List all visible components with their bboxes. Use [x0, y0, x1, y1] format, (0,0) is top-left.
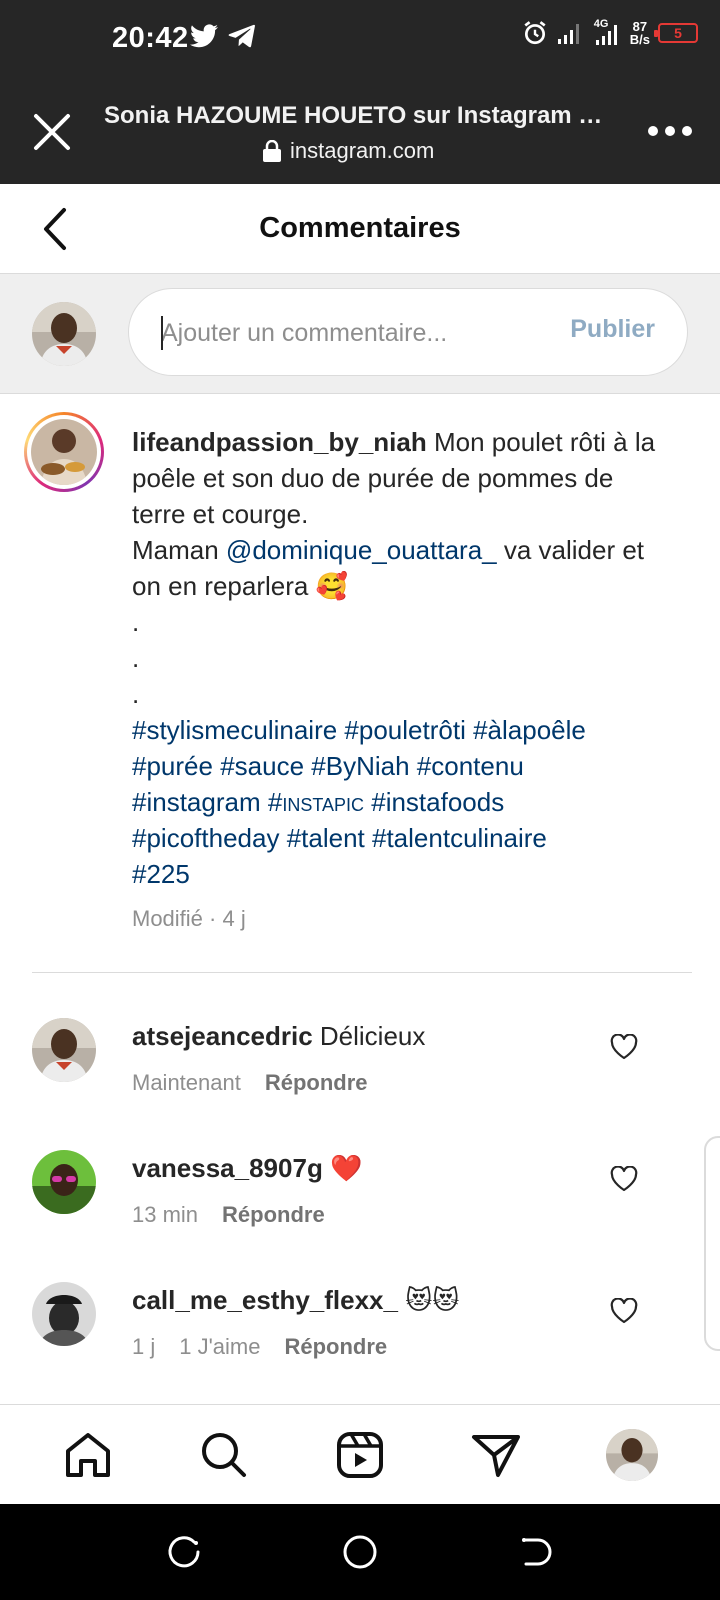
browser-page-title: Sonia HAZOUME HOUETO sur Instagram :...: [104, 102, 604, 129]
twitter-icon: [190, 24, 218, 48]
text-caret: [161, 316, 163, 350]
more-options-icon[interactable]: [648, 126, 692, 136]
comment-username[interactable]: vanessa_8907g: [132, 1153, 323, 1183]
caption-dot: .: [132, 643, 140, 673]
comment-time: 1 j: [132, 1334, 156, 1359]
comment-time: Maintenant: [132, 1070, 241, 1095]
comment-body: 😻😻: [397, 1285, 460, 1315]
like-heart-icon[interactable]: [610, 1034, 638, 1060]
hashtag-link[interactable]: #stylismeculinaire: [132, 715, 337, 745]
close-icon[interactable]: [32, 112, 72, 152]
comment-likes[interactable]: 1 J'aime: [179, 1334, 260, 1360]
caption-body-2a: Maman: [132, 535, 226, 565]
comment-meta: 13 min Répondre: [132, 1202, 325, 1228]
page-title: Commentaires: [259, 212, 461, 244]
alarm-icon: [524, 21, 546, 45]
hashtag-link[interactable]: #instafoods: [371, 787, 504, 817]
comment-body: ❤️: [322, 1153, 363, 1183]
direct-icon[interactable]: [470, 1429, 522, 1481]
bottom-tab-bar: [0, 1404, 720, 1504]
signal-icon: [557, 24, 579, 44]
comment-time: 13 min: [132, 1202, 199, 1227]
caption-username[interactable]: lifeandpassion_by_niah: [132, 427, 427, 457]
hashtag-link[interactable]: #instapic: [268, 787, 364, 817]
reels-icon[interactable]: [334, 1429, 386, 1481]
4g-signal-icon: 4G: [590, 18, 622, 46]
in-app-browser-bar: Sonia HAZOUME HOUETO sur Instagram :... …: [0, 82, 720, 184]
caption-author-avatar[interactable]: [31, 419, 97, 485]
hashtag-link[interactable]: #talent: [287, 823, 365, 853]
hashtag-link[interactable]: #pouletrôti: [344, 715, 465, 745]
comment-body: Délicieux: [312, 1021, 426, 1051]
post-caption: lifeandpassion_by_niah Mon poulet rôti à…: [0, 394, 720, 974]
like-heart-icon[interactable]: [610, 1166, 638, 1192]
comment-username[interactable]: call_me_esthy_flexx_: [132, 1285, 398, 1315]
hashtag-link[interactable]: #picoftheday: [132, 823, 279, 853]
browser-url: instagram.com: [262, 138, 434, 164]
comment-item: call_me_esthy_flexx_ 😻😻 1 j 1 J'aime Rép…: [0, 1282, 720, 1402]
comment-text: call_me_esthy_flexx_ 😻😻: [132, 1282, 459, 1318]
reply-button[interactable]: Répondre: [284, 1334, 387, 1360]
comments-header: Commentaires: [0, 184, 720, 274]
caption-meta: Modifié · 4 j: [132, 906, 246, 931]
home-icon[interactable]: [62, 1429, 114, 1481]
like-heart-icon[interactable]: [610, 1298, 638, 1324]
comment-username[interactable]: atsejeancedric: [132, 1021, 313, 1051]
hashtag-link[interactable]: #ByNiah: [311, 751, 409, 781]
status-bar: 20:42 4G 87 B/s 5: [0, 0, 720, 82]
profile-avatar[interactable]: [606, 1429, 658, 1481]
hashtag-link[interactable]: #225: [132, 859, 190, 889]
battery-indicator: 5: [654, 23, 698, 43]
hashtag-link[interactable]: #contenu: [417, 751, 524, 781]
story-ring[interactable]: [24, 412, 104, 492]
floating-panel-edge: [704, 1136, 720, 1351]
network-speed: 87 B/s: [629, 19, 650, 47]
hashtag-link[interactable]: #purée: [132, 751, 213, 781]
current-user-avatar: [32, 302, 96, 366]
divider: [32, 972, 692, 973]
telegram-icon: [228, 24, 256, 48]
publish-button[interactable]: Publier: [570, 315, 655, 344]
commenter-avatar[interactable]: [32, 1150, 96, 1214]
comment-input-container[interactable]: Publier: [128, 288, 688, 376]
status-time: 20:42: [112, 22, 189, 54]
mention-link[interactable]: @dominique_ouattara_: [226, 535, 497, 565]
commenter-avatar[interactable]: [32, 1018, 96, 1082]
hashtag-link[interactable]: #sauce: [220, 751, 304, 781]
comment-composer: Publier: [0, 274, 720, 394]
search-icon[interactable]: [198, 1429, 250, 1481]
comment-meta: 1 j 1 J'aime Répondre: [132, 1334, 387, 1360]
url-text: instagram.com: [290, 138, 435, 163]
hashtag-link[interactable]: #talentculinaire: [372, 823, 547, 853]
hashtag-link[interactable]: #instagram: [132, 787, 261, 817]
comment-input[interactable]: [161, 313, 541, 353]
system-navigation-bar: [0, 1504, 720, 1600]
reply-button[interactable]: Répondre: [265, 1070, 368, 1096]
comment-meta: Maintenant Répondre: [132, 1070, 368, 1096]
comment-item: vanessa_8907g ❤️ 13 min Répondre: [0, 1150, 720, 1270]
reply-button[interactable]: Répondre: [222, 1202, 325, 1228]
status-system-icons: 4G 87 B/s 5: [522, 18, 698, 47]
caption-dot: .: [132, 607, 140, 637]
back-button-icon[interactable]: [518, 1534, 554, 1570]
caption-dot: .: [132, 679, 140, 709]
hashtag-link[interactable]: #àlapoêle: [473, 715, 586, 745]
lock-icon: [263, 140, 281, 162]
comment-item: atsejeancedric Délicieux Maintenant Répo…: [0, 1018, 720, 1138]
comment-text: atsejeancedric Délicieux: [132, 1018, 425, 1054]
status-notification-icons: [190, 24, 256, 48]
home-button-icon[interactable]: [342, 1534, 378, 1570]
recent-apps-icon[interactable]: [166, 1534, 202, 1570]
comment-text: vanessa_8907g ❤️: [132, 1150, 362, 1186]
caption-text: lifeandpassion_by_niah Mon poulet rôti à…: [132, 424, 662, 892]
commenter-avatar[interactable]: [32, 1282, 96, 1346]
